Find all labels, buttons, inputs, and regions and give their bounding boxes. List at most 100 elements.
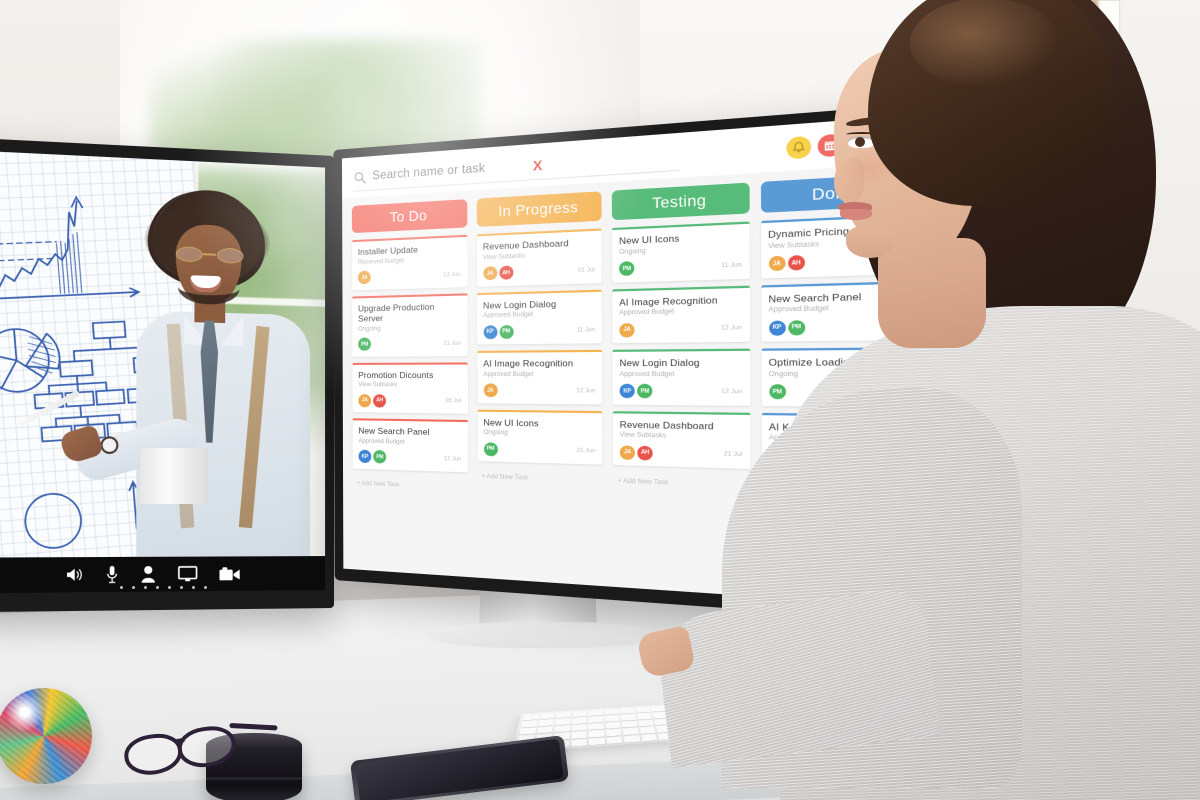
avatar[interactable]: PM — [637, 383, 653, 399]
keyboard-key[interactable] — [588, 730, 605, 738]
column-header[interactable]: In Progress — [476, 191, 602, 227]
task-card[interactable]: Revenue Dashboard View Subtasks JA AH 01 Jul — [476, 228, 602, 287]
left-monitor-stand — [140, 448, 208, 504]
task-card-subtitle: Approved Budget — [358, 438, 405, 446]
task-card-title: AI Image Recognition — [619, 293, 718, 308]
task-card[interactable]: Revenue Dashboard View Subtasks JA AH 21 Jul — [612, 410, 751, 469]
avatar[interactable]: PM — [373, 450, 387, 464]
keyboard-key[interactable] — [606, 736, 623, 744]
task-card[interactable]: New Login Dialog Approved Budget KP PM 12 Ju… — [612, 348, 750, 406]
keyboard-key[interactable] — [571, 731, 587, 739]
avatar[interactable]: KP — [619, 383, 635, 399]
woman-lower-lip — [840, 209, 872, 220]
task-card-footer: JA 13 Jun — [357, 267, 461, 285]
keyboard-key[interactable] — [570, 738, 587, 747]
add-new-task-button[interactable]: + Add New Task — [353, 474, 468, 491]
microphone-icon[interactable] — [106, 565, 119, 584]
right-monitor-base — [428, 622, 660, 648]
avatar[interactable]: AH — [373, 393, 387, 408]
keyboard-key[interactable] — [572, 710, 587, 718]
keyboard-key[interactable] — [538, 719, 554, 727]
task-card-subtitle: Approved Budget — [619, 371, 675, 378]
keyboard-key[interactable] — [555, 711, 571, 719]
office-scene: X — [0, 0, 1200, 800]
search-icon — [354, 170, 367, 184]
keyboard-key[interactable] — [639, 726, 656, 734]
avatar[interactable]: PM — [499, 324, 514, 339]
keyboard-key[interactable] — [539, 712, 555, 720]
avatar-group: PM — [619, 261, 635, 276]
task-card[interactable]: AI Image Recognition Approved Budget JA 12 … — [476, 349, 603, 404]
keyboard-key[interactable] — [588, 716, 604, 723]
speaker-icon[interactable] — [64, 566, 83, 583]
task-card[interactable]: New UI Icons Ongoing PM 11 Jun — [611, 221, 750, 283]
avatar[interactable]: PM — [619, 261, 635, 276]
add-new-task-button[interactable]: + Add New Task — [477, 467, 602, 484]
keyboard-key[interactable] — [605, 721, 621, 729]
task-card-date: 03 Jul — [445, 397, 462, 405]
task-card-title: New UI Icons — [483, 416, 539, 429]
keyboard-key[interactable] — [620, 714, 637, 721]
keyboard-key[interactable] — [621, 720, 638, 728]
keyboard-key[interactable] — [536, 726, 553, 734]
avatar[interactable]: PM — [483, 441, 498, 456]
keyboard-key[interactable] — [604, 715, 620, 722]
task-card-subtitle: Reserved Budget — [357, 257, 404, 266]
add-new-task-button[interactable]: + Add New Task — [613, 472, 750, 490]
keyboard-key[interactable] — [571, 724, 587, 732]
avatar[interactable]: JA — [482, 266, 497, 281]
avatar[interactable]: JA — [619, 322, 635, 338]
woman-hair-highlight — [910, 0, 1060, 88]
keyboard-key[interactable] — [571, 717, 587, 725]
keyboard-key[interactable] — [588, 709, 603, 717]
avatar[interactable]: JA — [358, 393, 372, 407]
column-header[interactable]: To Do — [351, 199, 467, 234]
keyboard-key[interactable] — [640, 733, 658, 742]
keyboard-key[interactable] — [554, 725, 570, 733]
task-card[interactable]: New Search PanelApproved Budget KPPM 12 Ju… — [352, 418, 468, 472]
search-input[interactable] — [372, 159, 529, 183]
avatar-group: PM — [358, 337, 371, 351]
keyboard-key[interactable] — [588, 722, 604, 730]
participants-icon[interactable] — [140, 565, 156, 584]
keyboard-key[interactable] — [620, 707, 635, 715]
video-camera-icon[interactable] — [219, 566, 240, 581]
keyboard-key[interactable] — [605, 728, 622, 737]
keyboard-key[interactable] — [521, 720, 538, 728]
left-monitor — [0, 137, 334, 613]
left-monitor-base-detail — [120, 584, 240, 590]
keyboard-key[interactable] — [623, 735, 641, 743]
keyboard-key[interactable] — [519, 727, 536, 735]
keyboard-key[interactable] — [555, 718, 571, 726]
keyboard-key[interactable] — [638, 719, 654, 727]
task-card[interactable]: New Login Dialog Approved Budget KP PM 11 Ju… — [476, 289, 603, 345]
task-card-footer: JAAH 01 Jul — [482, 262, 595, 281]
column-card-list: New UI Icons Ongoing PM 11 Jun AI Image Reco… — [611, 221, 751, 490]
keyboard-key[interactable] — [604, 708, 619, 716]
avatar[interactable]: AH — [498, 265, 513, 280]
task-card[interactable]: Promotion Dicounts View Subtasks JA AH 03 Ju… — [352, 361, 468, 414]
keyboard-key[interactable] — [522, 714, 539, 721]
avatar-group: JA — [619, 322, 635, 338]
avatar[interactable]: PM — [358, 337, 371, 351]
avatar[interactable]: AH — [637, 445, 653, 460]
task-card-date: 21 Jun — [443, 339, 461, 347]
search-clear-button[interactable]: X — [533, 157, 543, 174]
column-header[interactable]: Testing — [611, 182, 750, 221]
task-card[interactable]: Upgrade Production Server Ongoing PM 21 Jun — [352, 292, 468, 357]
kanban-column: To Do Installer Update Reserved Budget JA 13… — [351, 199, 468, 577]
avatar[interactable]: JA — [483, 383, 498, 398]
keyboard-key[interactable] — [588, 737, 605, 746]
avatar[interactable]: KP — [483, 324, 497, 339]
avatar[interactable]: JA — [357, 270, 371, 285]
avatar-group: KP PM — [619, 383, 653, 399]
screen-share-icon[interactable] — [178, 566, 198, 582]
keyboard-key[interactable] — [636, 713, 653, 720]
avatar[interactable]: KP — [358, 449, 372, 464]
keyboard-key[interactable] — [635, 706, 651, 713]
task-card[interactable]: Installer Update Reserved Budget JA 13 Jun — [351, 234, 468, 290]
avatar[interactable]: JA — [619, 444, 635, 460]
task-card[interactable]: New UI Icons Ongoing PM 21 Jun — [476, 409, 603, 465]
keyboard-key[interactable] — [622, 727, 639, 735]
task-card[interactable]: AI Image Recognition Approved Budget JA 12 … — [612, 285, 750, 344]
